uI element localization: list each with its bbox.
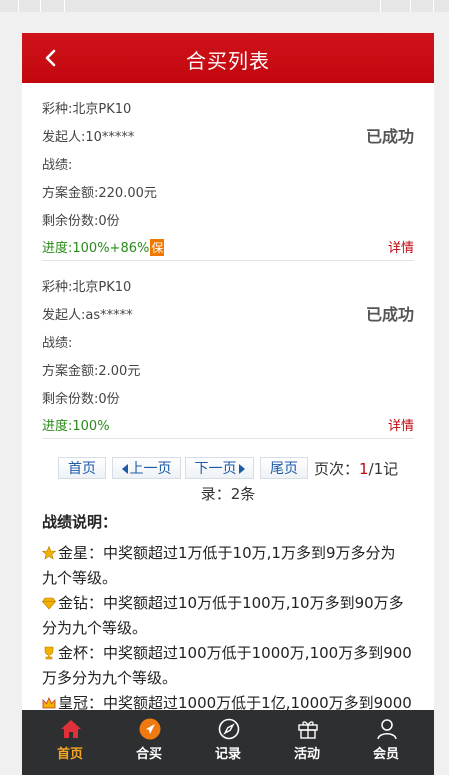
cup-line2: 万多分为九个等级。 xyxy=(42,669,178,687)
guarantee-badge: 保 xyxy=(150,239,165,256)
list-item[interactable]: 彩种:北京PK10 发起人:as***** 已成功 战绩: 方案金额:2.00元… xyxy=(42,261,414,439)
diamond-line2: 分为九个等级。 xyxy=(42,619,148,637)
tab-activity[interactable]: 活动 xyxy=(268,710,346,775)
page-prefix: 页次： xyxy=(314,460,360,478)
diamond-icon xyxy=(42,597,56,610)
detail-link[interactable]: 详情 xyxy=(388,415,414,434)
lottery-type: 彩种:北京PK10 xyxy=(42,280,132,295)
progress-text: 进度:100%+86% xyxy=(42,241,150,256)
prev-page-button[interactable]: 上一页 xyxy=(112,457,181,479)
triangle-left-icon xyxy=(121,464,128,474)
status-badge: 已成功 xyxy=(365,305,414,324)
explanation-cup: 金杯：中奖额超过100万低于1000万,100万多到900 万多分为九个等级。 xyxy=(42,641,414,691)
header-bar: 合买列表 xyxy=(22,33,434,83)
triangle-right-icon xyxy=(238,464,245,474)
tab-home[interactable]: 首页 xyxy=(31,710,109,775)
current-page: 1 xyxy=(359,460,369,478)
progress: 进度:100%+86% 保 xyxy=(42,237,165,256)
gift-icon xyxy=(298,721,318,739)
record-count: 录：2条 xyxy=(200,485,256,503)
compass-icon xyxy=(218,718,240,740)
star-line2: 九个等级。 xyxy=(42,569,118,587)
page-total: /1记 xyxy=(368,460,399,478)
paper-plane-icon xyxy=(139,718,161,740)
explanation-star: 金星：中奖额超过1万低于10万,1万多到9万多分为九个等级。 xyxy=(42,541,414,591)
initiator: 发起人:10***** xyxy=(42,130,135,145)
bottom-tab-bar: 首页 合买 记录 活动 会员 xyxy=(22,710,434,775)
explanation-diamond: 金钻：中奖额超过10万低于100万,10万多到90万多分为九个等级。 xyxy=(42,591,414,641)
status-badge: 已成功 xyxy=(365,127,414,146)
tab-member-label: 会员 xyxy=(372,747,399,762)
list-item[interactable]: 彩种:北京PK10 发起人:10***** 已成功 战绩: 方案金额:220.0… xyxy=(42,83,414,261)
browser-top-strip xyxy=(0,0,449,12)
tab-home-label: 首页 xyxy=(56,747,83,762)
plan-amount: 方案金额:2.00元 xyxy=(42,364,141,379)
next-page-label: 下一页 xyxy=(194,461,237,477)
crown-icon xyxy=(42,697,56,709)
star-icon xyxy=(42,546,56,560)
progress-text: 进度:100% xyxy=(42,419,110,434)
tab-activity-label: 活动 xyxy=(293,747,320,762)
tab-group-buy-label: 合买 xyxy=(135,747,162,762)
user-icon xyxy=(377,719,397,740)
plan-amount: 方案金额:220.00元 xyxy=(42,186,157,201)
tab-member[interactable]: 会员 xyxy=(347,710,425,775)
detail-link[interactable]: 详情 xyxy=(388,237,414,256)
record-label: 战绩: xyxy=(42,336,73,351)
cup-icon xyxy=(44,646,54,660)
home-icon xyxy=(61,720,81,738)
cup-line1: 金杯：中奖额超过100万低于1000万,100万多到900 xyxy=(58,644,412,662)
star-line1: 金星：中奖额超过1万低于10万,1万多到9万多分为 xyxy=(58,544,396,562)
lottery-type: 彩种:北京PK10 xyxy=(42,102,132,117)
explanation-heading: 战绩说明： xyxy=(42,513,118,531)
remaining-shares: 剩余份数:0份 xyxy=(42,214,120,229)
initiator: 发起人:as***** xyxy=(42,308,133,323)
tab-records[interactable]: 记录 xyxy=(189,710,267,775)
diamond-line1: 金钻：中奖额超过10万低于100万,10万多到90万多 xyxy=(58,594,404,612)
page-info: 页次：1/1记 xyxy=(314,458,398,479)
prev-page-label: 上一页 xyxy=(129,461,172,477)
app-window: 合买列表 彩种:北京PK10 发起人:10***** 已成功 战绩: 方案金额:… xyxy=(22,33,434,775)
record-label: 战绩: xyxy=(42,158,73,173)
next-page-button[interactable]: 下一页 xyxy=(185,457,254,479)
tab-records-label: 记录 xyxy=(214,747,241,762)
page-title: 合买列表 xyxy=(186,49,270,73)
tab-group-buy[interactable]: 合买 xyxy=(110,710,188,775)
remaining-shares: 剩余份数:0份 xyxy=(42,392,120,407)
last-page-button[interactable]: 尾页 xyxy=(260,457,308,479)
record-explanation: 战绩说明： 金星：中奖额超过1万低于10万,1万多到9万多分为九个等级。 金钻：… xyxy=(42,511,414,712)
first-page-button[interactable]: 首页 xyxy=(58,457,106,479)
